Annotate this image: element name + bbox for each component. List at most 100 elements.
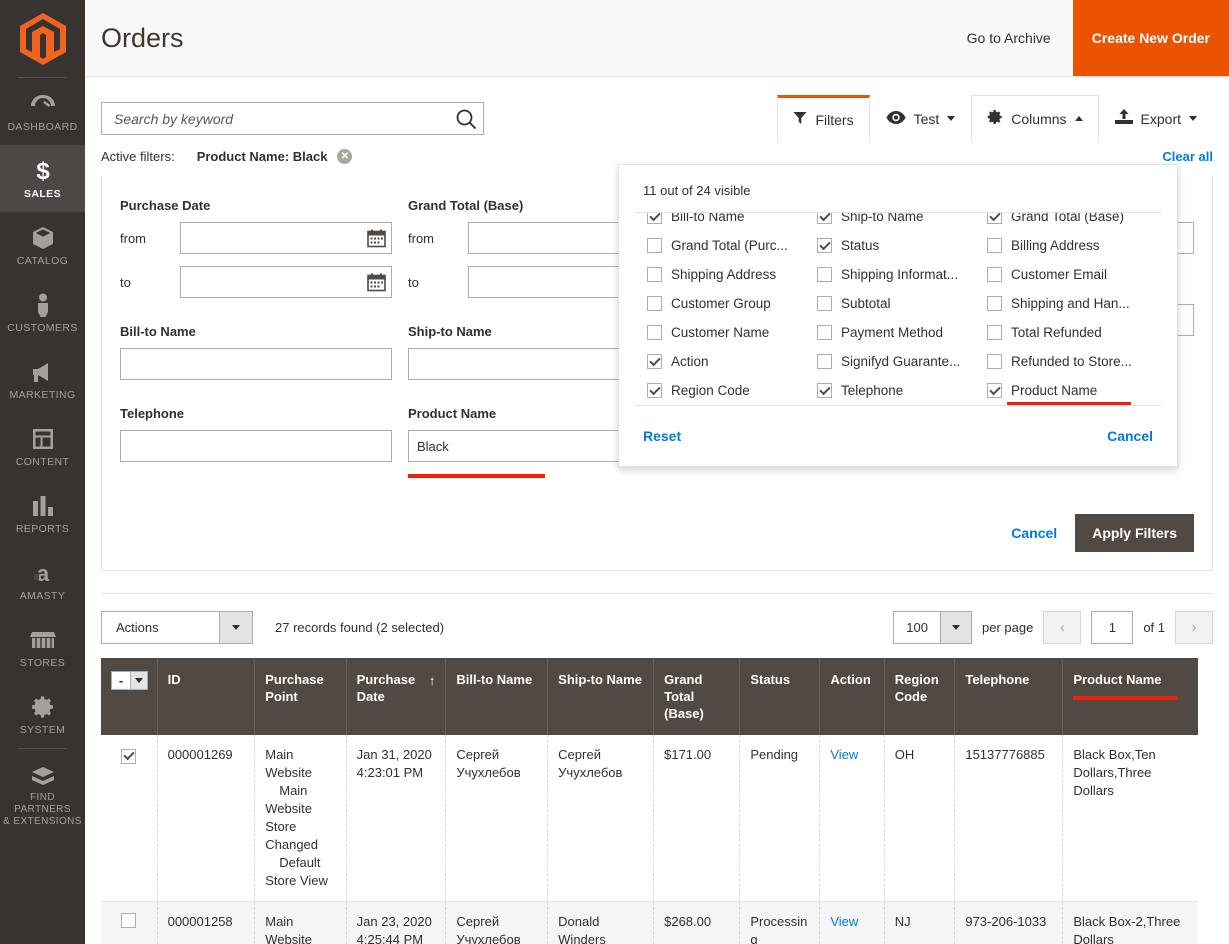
sidebar-item-dashboard[interactable]: DASHBOARD (0, 78, 85, 145)
sidebar-item-sales[interactable]: $ SALES (0, 145, 85, 212)
checkbox[interactable] (647, 267, 662, 282)
header-purchase-point[interactable]: Purchase Point (255, 658, 346, 735)
column-option-refunded-to-store-credit[interactable]: Refunded to Store... (983, 347, 1153, 376)
header-id[interactable]: ID (157, 658, 255, 735)
sidebar-item-content[interactable]: CONTENT (0, 413, 85, 480)
view-order-link[interactable]: View (830, 914, 858, 929)
magento-logo[interactable] (0, 0, 85, 77)
checkbox[interactable] (647, 383, 662, 398)
checkbox[interactable] (817, 238, 832, 253)
apply-filters-button[interactable]: Apply Filters (1075, 514, 1194, 552)
checkbox[interactable] (817, 383, 832, 398)
columns-options-scroll[interactable]: Bill-to Name Ship-to Name Grand Total (B… (635, 212, 1161, 406)
telephone-input[interactable] (120, 430, 392, 462)
columns-tab[interactable]: Columns (971, 95, 1098, 142)
chevron-down-icon[interactable] (130, 672, 147, 689)
column-option-subtotal[interactable]: Subtotal (813, 289, 983, 318)
checkbox[interactable] (987, 267, 1002, 282)
column-option-shipping-address[interactable]: Shipping Address (643, 260, 813, 289)
chevron-down-icon[interactable] (940, 612, 971, 643)
checkbox[interactable] (987, 383, 1002, 398)
checkbox[interactable] (987, 354, 1002, 369)
column-option-action[interactable]: Action (643, 347, 813, 376)
header-bill-to-name[interactable]: Bill-to Name (446, 658, 548, 735)
header-action[interactable]: Action (820, 658, 884, 735)
select-all-header[interactable]: - (101, 658, 157, 735)
row-checkbox[interactable] (121, 913, 136, 928)
sidebar-item-customers[interactable]: CUSTOMERS (0, 279, 85, 346)
bill-to-name-input[interactable] (120, 348, 392, 380)
columns-cancel-link[interactable]: Cancel (1107, 428, 1153, 444)
column-option-customer-name[interactable]: Customer Name (643, 318, 813, 347)
search-input[interactable] (112, 110, 455, 128)
checkbox[interactable] (817, 325, 832, 340)
go-to-archive-link[interactable]: Go to Archive (967, 30, 1051, 46)
sidebar-item-stores[interactable]: STORES (0, 614, 85, 681)
purchase-date-from-input[interactable] (180, 222, 392, 254)
column-option-bill-to-name[interactable]: Bill-to Name (643, 212, 813, 231)
search-box[interactable] (101, 102, 484, 135)
sidebar-item-amasty[interactable]: a AMASTY (0, 547, 85, 614)
column-option-region-code[interactable]: Region Code (643, 376, 813, 405)
column-option-grand-total-base[interactable]: Grand Total (Base) (983, 212, 1153, 231)
header-region-code[interactable]: Region Code (884, 658, 955, 735)
per-page-select[interactable]: 100 (893, 611, 972, 644)
checkbox[interactable] (987, 296, 1002, 311)
checkbox[interactable] (647, 325, 662, 340)
header-status[interactable]: Status (740, 658, 820, 735)
previous-page-button[interactable]: ‹ (1043, 611, 1081, 644)
column-option-billing-address[interactable]: Billing Address (983, 231, 1153, 260)
header-ship-to-name[interactable]: Ship-to Name (548, 658, 654, 735)
chevron-down-icon[interactable] (219, 612, 252, 643)
create-new-order-button[interactable]: Create New Order (1073, 0, 1229, 76)
next-page-button[interactable]: › (1175, 611, 1213, 644)
row-select-cell[interactable] (101, 902, 157, 944)
sidebar-item-system[interactable]: SYSTEM (0, 681, 85, 748)
checkbox[interactable] (987, 325, 1002, 340)
checkbox[interactable] (817, 296, 832, 311)
calendar-icon[interactable] (367, 229, 386, 248)
actions-dropdown[interactable]: Actions (101, 611, 253, 644)
view-order-link[interactable]: View (830, 747, 858, 762)
checkbox[interactable] (987, 238, 1002, 253)
column-option-ship-to-name[interactable]: Ship-to Name (813, 212, 983, 231)
checkbox[interactable] (817, 212, 832, 224)
row-checkbox[interactable] (121, 749, 136, 764)
header-grand-total-base[interactable]: Grand Total (Base) (654, 658, 740, 735)
checkbox[interactable] (987, 212, 1002, 224)
cell-action[interactable]: View (820, 902, 884, 944)
checkbox[interactable] (647, 296, 662, 311)
checkbox[interactable] (647, 212, 662, 224)
column-option-payment-method[interactable]: Payment Method (813, 318, 983, 347)
row-select-cell[interactable] (101, 735, 157, 902)
page-number-input[interactable] (1091, 611, 1133, 644)
column-option-total-refunded[interactable]: Total Refunded (983, 318, 1153, 347)
columns-reset-link[interactable]: Reset (643, 428, 681, 444)
sidebar-item-marketing[interactable]: MARKETING (0, 346, 85, 413)
checkbox[interactable] (647, 238, 662, 253)
column-option-shipping-and-handling[interactable]: Shipping and Han... (983, 289, 1153, 318)
checkbox[interactable] (647, 354, 662, 369)
column-option-customer-email[interactable]: Customer Email (983, 260, 1153, 289)
header-telephone[interactable]: Telephone (955, 658, 1063, 735)
sidebar-item-find-partners-extensions[interactable]: FIND PARTNERS& EXTENSIONS (0, 749, 85, 839)
column-option-signifyd-guarantee[interactable]: Signifyd Guarante... (813, 347, 983, 376)
checkbox[interactable] (817, 354, 832, 369)
sidebar-item-reports[interactable]: REPORTS (0, 480, 85, 547)
filters-cancel-link[interactable]: Cancel (1011, 525, 1057, 541)
close-circle-icon[interactable]: ✕ (337, 149, 352, 164)
header-product-name[interactable]: Product Name (1063, 658, 1198, 735)
header-purchase-date[interactable]: Purchase Date ↑ (346, 658, 446, 735)
checkbox[interactable] (817, 267, 832, 282)
column-option-customer-group[interactable]: Customer Group (643, 289, 813, 318)
sidebar-item-catalog[interactable]: CATALOG (0, 212, 85, 279)
calendar-icon[interactable] (367, 273, 386, 292)
cell-action[interactable]: View (820, 735, 884, 902)
column-option-grand-total-purchased[interactable]: Grand Total (Purc... (643, 231, 813, 260)
purchase-date-to-input[interactable] (180, 266, 392, 298)
column-option-telephone[interactable]: Telephone (813, 376, 983, 405)
column-option-status[interactable]: Status (813, 231, 983, 260)
search-icon[interactable] (455, 108, 477, 130)
clear-all-link[interactable]: Clear all (1162, 149, 1213, 164)
filters-tab[interactable]: Filters (777, 95, 869, 142)
